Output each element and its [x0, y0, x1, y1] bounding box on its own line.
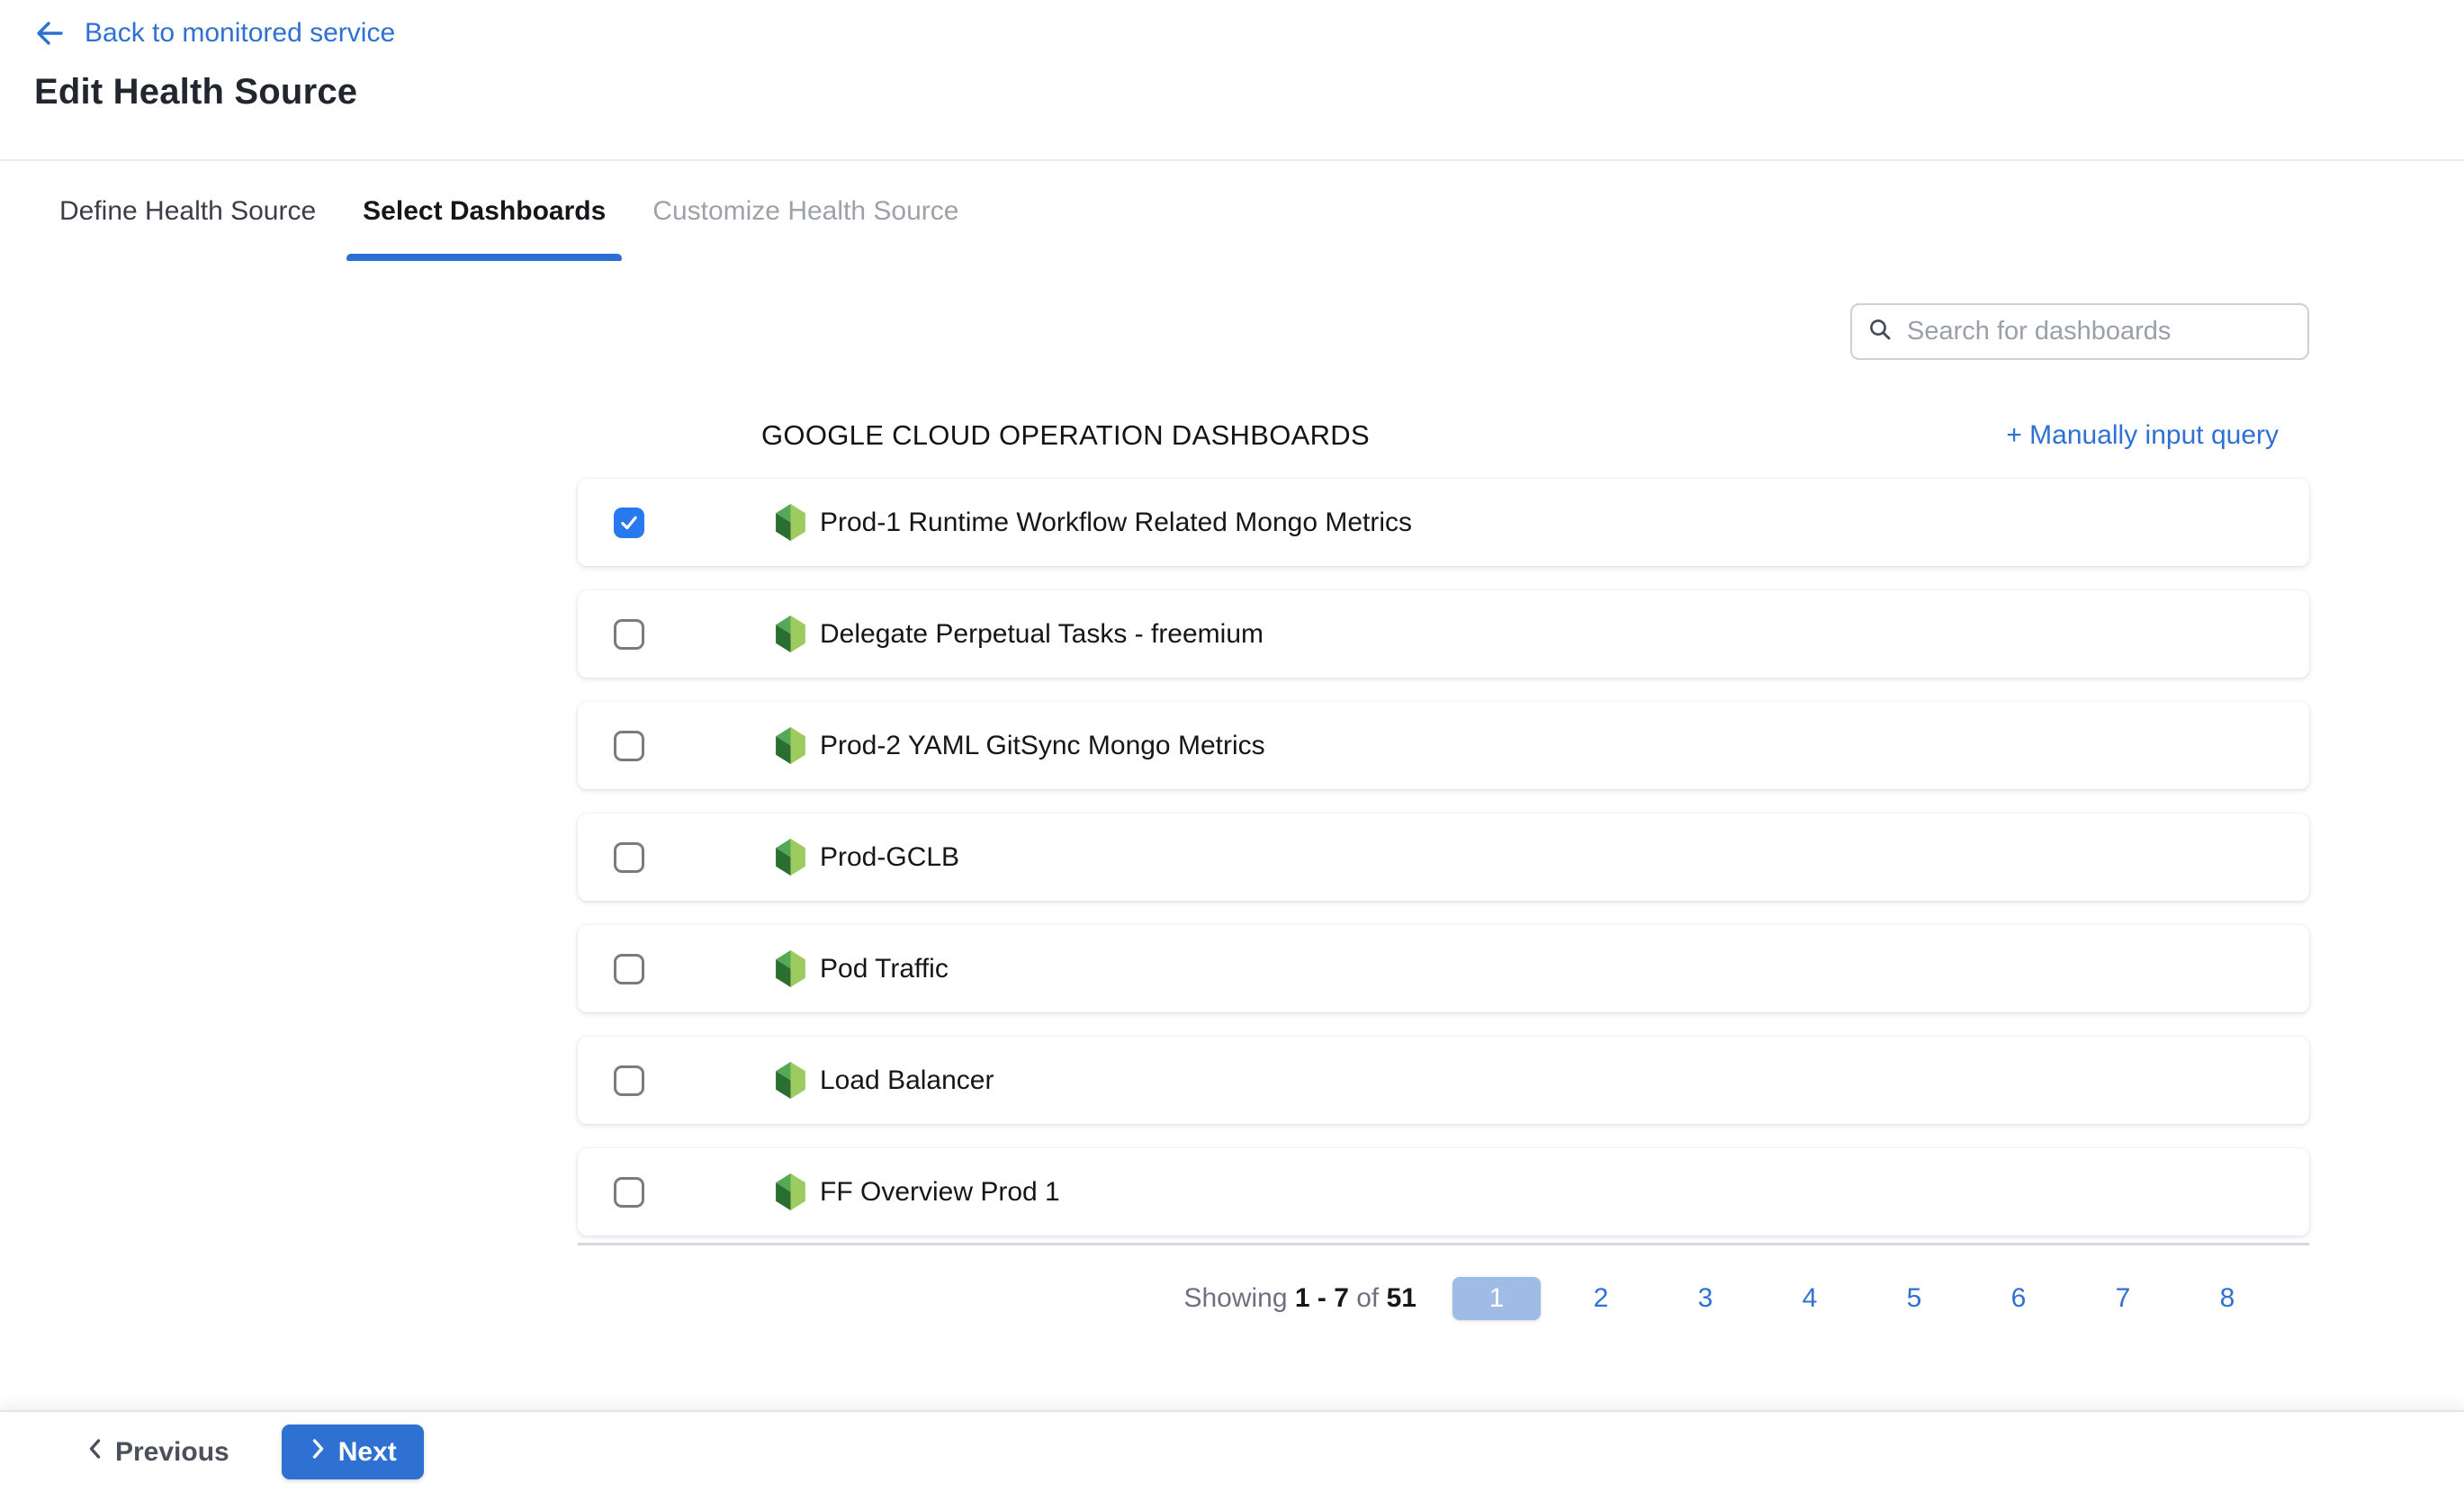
showing-prefix: Showing — [1183, 1283, 1287, 1313]
dashboard-row[interactable]: Delegate Perpetual Tasks - freemium — [578, 590, 2309, 678]
wizard-tabbar: Define Health Source Select Dashboards C… — [0, 159, 2464, 261]
back-to-monitored-service-link[interactable]: Back to monitored service — [34, 18, 395, 49]
dashboard-name: Prod-GCLB — [820, 842, 959, 873]
gcp-dashboard-hexagon-icon — [774, 1062, 807, 1099]
showing-range: 1 - 7 — [1295, 1283, 1349, 1313]
dashboard-name: Pod Traffic — [820, 954, 949, 984]
row-checkbox[interactable] — [614, 1177, 644, 1208]
manually-input-query-link[interactable]: + Manually input query — [2006, 420, 2279, 451]
pagination-summary: Showing 1 - 7 of 51 — [1183, 1283, 1416, 1314]
dashboard-group-heading: GOOGLE CLOUD OPERATION DASHBOARDS — [761, 419, 1370, 452]
dashboard-row[interactable]: Pod Traffic — [578, 925, 2309, 1012]
gcp-dashboard-hexagon-icon — [774, 616, 807, 652]
pagination-page-button[interactable]: 5 — [1870, 1277, 1958, 1320]
pagination-page-button[interactable]: 2 — [1557, 1277, 1645, 1320]
dashboard-row[interactable]: Prod-GCLB — [578, 813, 2309, 901]
row-checkbox[interactable] — [614, 731, 644, 761]
dashboard-name: Delegate Perpetual Tasks - freemium — [820, 619, 1263, 650]
dashboard-list: Prod-1 Runtime Workflow Related Mongo Me… — [578, 479, 2309, 1260]
row-checkbox[interactable] — [614, 619, 644, 650]
showing-total: 51 — [1387, 1283, 1416, 1313]
dashboard-name: FF Overview Prod 1 — [820, 1177, 1060, 1208]
pagination-page-button[interactable]: 7 — [2079, 1277, 2167, 1320]
pagination: Showing 1 - 7 of 51 1 2 3 4 5 6 7 8 — [578, 1267, 2309, 1330]
page-header: Back to monitored service Edit Health So… — [0, 0, 2464, 159]
chevron-left-icon — [85, 1436, 104, 1469]
previous-button-label: Previous — [115, 1437, 229, 1468]
gcp-dashboard-hexagon-icon — [774, 950, 807, 987]
back-link-label: Back to monitored service — [85, 18, 395, 49]
checkmark-icon — [618, 512, 640, 534]
row-checkbox[interactable] — [614, 842, 644, 873]
tab-define-health-source[interactable]: Define Health Source — [58, 161, 318, 261]
gcp-dashboard-hexagon-icon — [774, 504, 807, 541]
row-checkbox[interactable] — [614, 1065, 644, 1096]
dashboard-search-box[interactable] — [1850, 303, 2309, 360]
pagination-page-button[interactable]: 1 — [1452, 1277, 1541, 1320]
select-dashboards-panel: GOOGLE CLOUD OPERATION DASHBOARDS + Manu… — [0, 261, 2464, 1410]
pagination-page-button[interactable]: 8 — [2183, 1277, 2271, 1320]
tab-label: Select Dashboards — [363, 196, 606, 227]
search-input[interactable] — [1907, 317, 2293, 346]
list-bottom-divider — [578, 1243, 2309, 1245]
next-button-label: Next — [338, 1437, 397, 1468]
pagination-page-button[interactable]: 6 — [1974, 1277, 2063, 1320]
dashboard-row[interactable]: Prod-2 YAML GitSync Mongo Metrics — [578, 702, 2309, 789]
tab-label: Define Health Source — [59, 196, 316, 227]
dashboard-name: Prod-1 Runtime Workflow Related Mongo Me… — [820, 508, 1412, 538]
pagination-page-button[interactable]: 4 — [1766, 1277, 1854, 1320]
previous-button[interactable]: Previous — [85, 1436, 229, 1469]
row-checkbox[interactable] — [614, 954, 644, 984]
gcp-dashboard-hexagon-icon — [774, 727, 807, 764]
dashboard-row[interactable]: Prod-1 Runtime Workflow Related Mongo Me… — [578, 479, 2309, 566]
tab-label: Customize Health Source — [652, 196, 958, 227]
arrow-left-icon — [34, 18, 65, 49]
page-title: Edit Health Source — [34, 72, 357, 112]
chevron-right-icon — [309, 1436, 328, 1469]
dashboard-row[interactable]: Load Balancer — [578, 1037, 2309, 1124]
next-button[interactable]: Next — [282, 1425, 424, 1479]
dashboard-name: Load Balancer — [820, 1065, 994, 1096]
of-label: of — [1356, 1283, 1379, 1313]
wizard-footer: Previous Next — [0, 1410, 2464, 1492]
row-checkbox[interactable] — [614, 508, 644, 538]
tab-select-dashboards[interactable]: Select Dashboards — [361, 161, 607, 261]
gcp-dashboard-hexagon-icon — [774, 839, 807, 876]
search-icon — [1868, 318, 1893, 346]
gcp-dashboard-hexagon-icon — [774, 1173, 807, 1210]
dashboard-row[interactable]: FF Overview Prod 1 — [578, 1148, 2309, 1236]
pagination-page-button[interactable]: 3 — [1661, 1277, 1749, 1320]
tab-customize-health-source[interactable]: Customize Health Source — [651, 161, 960, 261]
dashboard-list-header: GOOGLE CLOUD OPERATION DASHBOARDS + Manu… — [578, 416, 2309, 455]
dashboard-name: Prod-2 YAML GitSync Mongo Metrics — [820, 731, 1265, 761]
